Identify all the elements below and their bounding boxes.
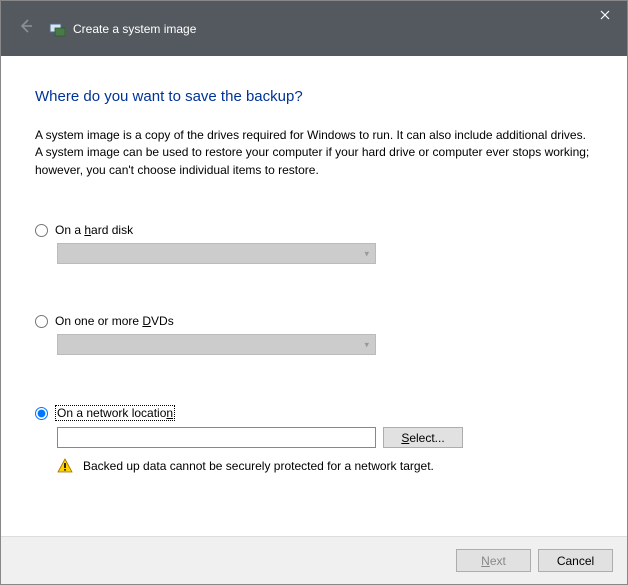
description-text: A system image is a copy of the drives r… xyxy=(35,127,593,179)
select-button[interactable]: Select... xyxy=(383,427,463,448)
page-heading: Where do you want to save the backup? xyxy=(35,88,593,105)
warning-row: Backed up data cannot be securely protec… xyxy=(57,458,593,474)
option-dvds[interactable]: On one or more DVDs xyxy=(35,314,593,328)
next-button[interactable]: Next xyxy=(456,549,531,572)
radio-hard-disk[interactable] xyxy=(35,224,48,237)
chevron-down-icon: ▾ xyxy=(364,339,369,350)
back-arrow-icon xyxy=(17,17,35,40)
network-path-input[interactable] xyxy=(57,427,376,448)
system-image-icon xyxy=(49,21,65,37)
cancel-button[interactable]: Cancel xyxy=(538,549,613,572)
window-title: Create a system image xyxy=(73,22,196,36)
content-area: Where do you want to save the backup? A … xyxy=(1,56,627,536)
radio-dvds[interactable] xyxy=(35,315,48,328)
option-hard-disk[interactable]: On a hard disk xyxy=(35,223,593,237)
hard-disk-dropdown: ▾ xyxy=(57,243,376,264)
footer: Next Cancel xyxy=(1,536,627,584)
dvds-dropdown: ▾ xyxy=(57,334,376,355)
label-network: On a network location xyxy=(55,405,175,421)
titlebar: Create a system image xyxy=(1,1,627,56)
chevron-down-icon: ▾ xyxy=(364,248,369,259)
close-button[interactable] xyxy=(582,1,627,29)
warning-icon xyxy=(57,458,73,474)
label-dvds: On one or more DVDs xyxy=(55,314,174,328)
radio-network[interactable] xyxy=(35,407,48,420)
label-hard-disk: On a hard disk xyxy=(55,223,133,237)
warning-text: Backed up data cannot be securely protec… xyxy=(83,459,434,473)
option-network[interactable]: On a network location xyxy=(35,405,593,421)
